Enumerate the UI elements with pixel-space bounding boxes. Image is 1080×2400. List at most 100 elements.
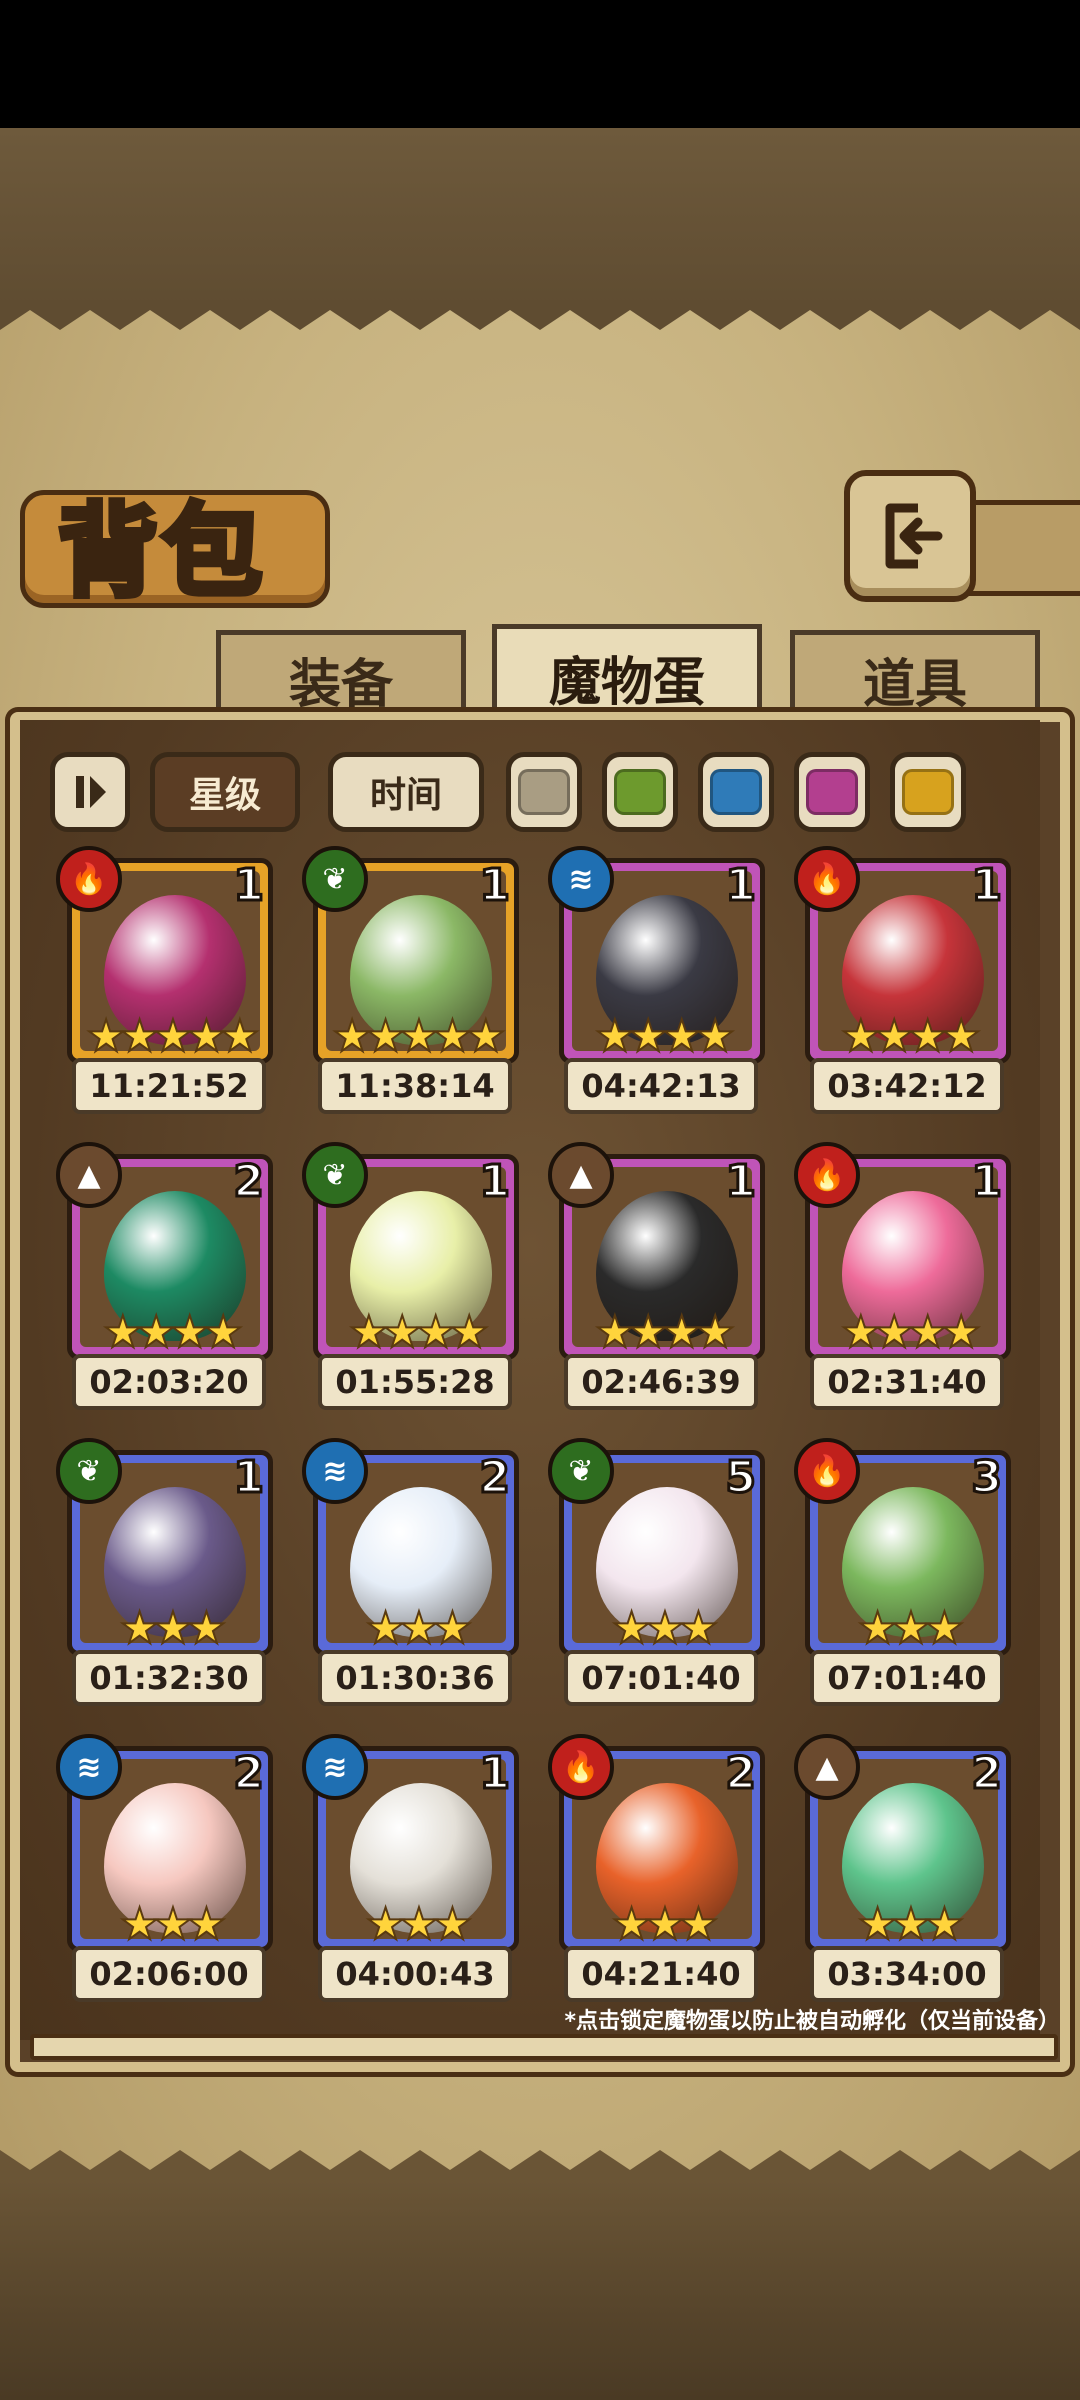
egg-count: 5: [724, 1451, 758, 1505]
sort-order-button[interactable]: [50, 752, 130, 832]
star-rating: ★★★★: [594, 1306, 736, 1359]
egg-slot[interactable]: ★★★★ 🔥 1 03:42:12: [794, 846, 1011, 1114]
page-title: 背包: [55, 489, 266, 613]
hatch-timer: 02:03:20: [72, 1354, 266, 1410]
star-rating: ★★★: [119, 1898, 227, 1951]
egg-slot[interactable]: ★★★ 🔥 2 04:21:40: [548, 1734, 765, 2002]
sort-by-star-button[interactable]: 星级: [150, 752, 300, 832]
egg-count: 1: [724, 1155, 758, 1209]
sort-toggle-icon: [76, 776, 106, 808]
star-rating: ★★★: [857, 1898, 965, 1951]
hatch-timer: 04:42:13: [564, 1058, 758, 1114]
star-rating: ★★★: [857, 1602, 965, 1655]
tab-equipment[interactable]: 装备: [216, 630, 466, 723]
gray-swatch: [518, 769, 570, 815]
hatch-timer: 01:32:30: [72, 1650, 266, 1706]
egg-slot[interactable]: ★★★ ❦ 5 07:01:40: [548, 1438, 765, 1706]
zigzag-border-top: [0, 300, 1080, 330]
blue-swatch: [710, 769, 762, 815]
star-rating: ★★★: [611, 1602, 719, 1655]
egg-count: 1: [478, 859, 512, 913]
egg-count: 3: [970, 1451, 1004, 1505]
egg-count: 2: [232, 1155, 266, 1209]
tab-monster-eggs[interactable]: 魔物蛋: [492, 624, 762, 725]
egg-count: 2: [478, 1451, 512, 1505]
egg-count: 2: [970, 1747, 1004, 1801]
tab-bar: 装备 魔物蛋 道具: [20, 624, 1060, 725]
leaf-element-icon: ❦: [302, 846, 368, 912]
egg-slot[interactable]: ★★★★★ 🔥 1 11:21:52: [56, 846, 273, 1114]
egg-slot[interactable]: ★★★★ ▲ 2 02:03:20: [56, 1142, 273, 1410]
zigzag-border-bottom: [0, 2150, 1080, 2180]
leaf-element-icon: ❦: [548, 1438, 614, 1504]
hatch-timer: 02:31:40: [810, 1354, 1004, 1410]
star-rating: ★★★★★: [331, 1010, 506, 1063]
fire-element-icon: 🔥: [794, 1142, 860, 1208]
map-background-top: [0, 128, 1080, 308]
water-element-icon: ≋: [302, 1734, 368, 1800]
hatch-timer: 01:55:28: [318, 1354, 512, 1410]
return-arrow-icon: [885, 503, 943, 569]
earth-element-icon: ▲: [548, 1142, 614, 1208]
sort-by-time-button[interactable]: 时间: [328, 752, 484, 832]
filter-blue-button[interactable]: [698, 752, 774, 832]
star-rating: ★★★: [611, 1898, 719, 1951]
egg-count: 1: [232, 1451, 266, 1505]
egg-count: 2: [724, 1747, 758, 1801]
egg-count: 1: [478, 1155, 512, 1209]
egg-count: 1: [232, 859, 266, 913]
egg-slot[interactable]: ★★★ ≋ 1 04:00:43: [302, 1734, 519, 2002]
fire-element-icon: 🔥: [794, 846, 860, 912]
leaf-element-icon: ❦: [56, 1438, 122, 1504]
back-button[interactable]: [844, 470, 976, 602]
water-element-icon: ≋: [548, 846, 614, 912]
egg-slot[interactable]: ★★★ ❦ 1 01:32:30: [56, 1438, 273, 1706]
fire-element-icon: 🔥: [794, 1438, 860, 1504]
hatch-timer: 07:01:40: [564, 1650, 758, 1706]
egg-slot[interactable]: ★★★ ≋ 2 01:30:36: [302, 1438, 519, 1706]
green-swatch: [614, 769, 666, 815]
hatch-timer: 02:46:39: [564, 1354, 758, 1410]
hatch-timer: 02:06:00: [72, 1946, 266, 2002]
star-rating: ★★★★: [348, 1306, 490, 1359]
lock-hint-text: *点击锁定魔物蛋以防止被自动孵化（仅当前设备）: [564, 2009, 1060, 2034]
egg-count: 1: [970, 1155, 1004, 1209]
filter-bar: 星级 时间: [50, 752, 1050, 832]
egg-count: 2: [232, 1747, 266, 1801]
hatch-timer: 03:34:00: [810, 1946, 1004, 2002]
egg-slot[interactable]: ★★★★★ ❦ 1 11:38:14: [302, 846, 519, 1114]
leaf-element-icon: ❦: [302, 1142, 368, 1208]
hatch-timer: 11:21:52: [72, 1058, 266, 1114]
egg-slot[interactable]: ★★★★ ≋ 1 04:42:13: [548, 846, 765, 1114]
star-rating: ★★★★: [594, 1010, 736, 1063]
purple-swatch: [806, 769, 858, 815]
tab-items[interactable]: 道具: [790, 630, 1040, 723]
egg-slot[interactable]: ★★★ ≋ 2 02:06:00: [56, 1734, 273, 2002]
star-rating: ★★★★: [102, 1306, 244, 1359]
egg-count: 1: [478, 1747, 512, 1801]
filter-gold-button[interactable]: [890, 752, 966, 832]
filter-gray-button[interactable]: [506, 752, 582, 832]
hatch-timer: 03:42:12: [810, 1058, 1004, 1114]
egg-slot[interactable]: ★★★ 🔥 3 07:01:40: [794, 1438, 1011, 1706]
gold-swatch: [902, 769, 954, 815]
hatch-timer: 01:30:36: [318, 1650, 512, 1706]
hatch-timer: 04:00:43: [318, 1946, 512, 2002]
star-rating: ★★★: [365, 1602, 473, 1655]
egg-slot[interactable]: ★★★ ▲ 2 03:34:00: [794, 1734, 1011, 2002]
earth-element-icon: ▲: [56, 1142, 122, 1208]
filter-purple-button[interactable]: [794, 752, 870, 832]
status-bar: [0, 0, 1080, 128]
fire-element-icon: 🔥: [548, 1734, 614, 1800]
earth-element-icon: ▲: [794, 1734, 860, 1800]
back-button-rail: [960, 500, 1080, 596]
panel-bottom-rail: [30, 2034, 1058, 2060]
egg-slot[interactable]: ★★★★ ▲ 1 02:46:39: [548, 1142, 765, 1410]
hatch-timer: 04:21:40: [564, 1946, 758, 2002]
hatch-timer: 07:01:40: [810, 1650, 1004, 1706]
egg-slot[interactable]: ★★★★ 🔥 1 02:31:40: [794, 1142, 1011, 1410]
fire-element-icon: 🔥: [56, 846, 122, 912]
filter-green-button[interactable]: [602, 752, 678, 832]
egg-slot[interactable]: ★★★★ ❦ 1 01:55:28: [302, 1142, 519, 1410]
egg-count: 1: [724, 859, 758, 913]
